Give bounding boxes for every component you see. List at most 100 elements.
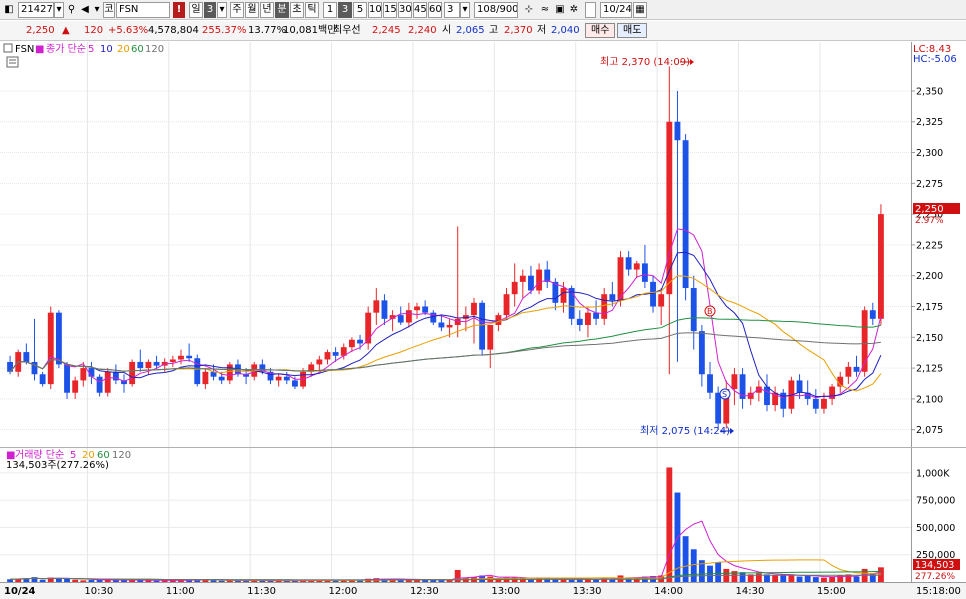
- candle-body: [511, 281, 518, 295]
- interval-dropdown-icon[interactable]: ▾: [460, 2, 470, 18]
- candle-body: [666, 121, 673, 295]
- volume-bar: [796, 576, 803, 582]
- period-tick-button[interactable]: 틱: [305, 2, 319, 18]
- candle-body: [731, 374, 738, 390]
- window-menu-icon[interactable]: ◧: [2, 2, 16, 18]
- candle-body: [585, 312, 591, 325]
- minute-30-button[interactable]: 30: [398, 2, 412, 18]
- candle-body: [625, 257, 632, 270]
- tools-icon[interactable]: ≈: [538, 2, 552, 18]
- alert-button[interactable]: !: [173, 2, 185, 18]
- date-checkbox[interactable]: [585, 2, 596, 18]
- date-input[interactable]: 10/24: [600, 2, 632, 18]
- price-tick-label: 2,325: [916, 117, 943, 128]
- candle-body: [47, 312, 54, 385]
- candle-body: [23, 352, 30, 362]
- high-label: 고: [489, 25, 499, 36]
- volume-bar: [153, 580, 160, 582]
- minute-15-button[interactable]: 15: [383, 2, 397, 18]
- volume-bar: [80, 580, 87, 582]
- code-dropdown-icon[interactable]: ▾: [54, 2, 64, 18]
- time-tick-label: 12:00: [329, 586, 358, 597]
- period-second-button[interactable]: 초: [290, 2, 304, 18]
- candle-body: [381, 300, 388, 319]
- period-minute-button[interactable]: 분: [275, 2, 289, 18]
- candle-body: [275, 376, 282, 381]
- candle-body: [690, 288, 697, 332]
- speaker-dropdown-icon[interactable]: ▾: [92, 2, 102, 18]
- volume-ratio: 255.37%: [202, 25, 247, 36]
- volume-bar: [121, 580, 127, 582]
- volume-bar: [218, 580, 225, 582]
- chart-area[interactable]: 2,350 2,325 2,300 2,275 2,250 2,225 2,200 2,175…: [0, 42, 966, 599]
- hc-label: HC:-5.06: [913, 54, 957, 65]
- interval-input[interactable]: 3: [444, 2, 460, 18]
- sell-button[interactable]: 매도: [617, 23, 648, 38]
- candle-body: [446, 324, 453, 328]
- volume-bar: [788, 575, 795, 582]
- volume-bar: [715, 562, 722, 582]
- current-pct-label: 2.97%: [915, 216, 944, 226]
- period-month-button[interactable]: 월: [245, 2, 259, 18]
- minute-3-button[interactable]: 3: [338, 2, 352, 18]
- save-icon[interactable]: ▣: [554, 2, 566, 18]
- search-icon[interactable]: ⚲: [65, 2, 78, 18]
- time-tick-label: 13:30: [573, 586, 602, 597]
- ma-legend-label[interactable]: 종가 단순: [46, 43, 86, 55]
- volume-bar: [772, 575, 779, 582]
- period-day-button[interactable]: 일: [189, 2, 203, 18]
- day-count-dropdown-icon[interactable]: ▾: [217, 2, 227, 18]
- candle-body: [650, 281, 656, 307]
- minute-45-button[interactable]: 45: [413, 2, 427, 18]
- low-price: 2,040: [551, 25, 580, 36]
- current-volume-label: 134,503: [915, 560, 954, 571]
- volume-bar: [869, 573, 876, 582]
- minute-1-button[interactable]: 1: [323, 2, 337, 18]
- candle-body: [332, 352, 339, 356]
- candle-body: [536, 269, 543, 291]
- period-year-button[interactable]: 년: [260, 2, 274, 18]
- buy-button[interactable]: 매수: [585, 23, 616, 38]
- settings-icon[interactable]: ✲: [567, 2, 581, 18]
- period-day-count[interactable]: 3: [204, 2, 216, 18]
- trade-amount: 10,081백만: [283, 25, 337, 36]
- volume-bar: [536, 578, 543, 582]
- candle-body: [422, 306, 429, 313]
- candle-body: [698, 331, 705, 375]
- crosshair-icon[interactable]: ⊹: [522, 2, 536, 18]
- ma20-label: 20: [117, 44, 130, 55]
- bid-price: 2,240: [408, 25, 437, 36]
- exchange-label[interactable]: 코: [103, 2, 115, 18]
- minute-60-button[interactable]: 60: [428, 2, 442, 18]
- candle-body: [796, 380, 803, 393]
- calendar-icon[interactable]: ▦: [633, 2, 647, 18]
- candle-body: [169, 359, 176, 362]
- minute-10-button[interactable]: 10: [368, 2, 382, 18]
- candle-body: [487, 324, 494, 350]
- volume-bar: [755, 573, 762, 582]
- volume-bar: [39, 579, 46, 582]
- count-field[interactable]: 108/900: [474, 2, 518, 18]
- volume-bar: [804, 576, 811, 582]
- candle-body: [601, 294, 608, 319]
- volume-bar: [519, 578, 526, 582]
- time-axis-date: 10/24: [4, 586, 36, 597]
- volume-bar: [690, 549, 697, 582]
- price-tick-label: 2,300: [916, 148, 943, 159]
- turnover-rate: 13.77%: [248, 25, 287, 36]
- sell-signal-label: S: [722, 390, 727, 399]
- candle-body: [845, 366, 852, 377]
- candle-body: [707, 374, 713, 393]
- candle-body: [80, 368, 87, 381]
- minute-5-button[interactable]: 5: [353, 2, 367, 18]
- stock-name-field[interactable]: FSN: [116, 2, 170, 18]
- price-tick-label: 2,275: [916, 179, 943, 190]
- candle-body: [292, 380, 298, 387]
- speaker-icon[interactable]: ◀: [79, 2, 91, 18]
- period-week-button[interactable]: 주: [230, 2, 244, 18]
- candle-body: [519, 275, 526, 282]
- candle-body: [528, 275, 534, 291]
- stock-code-input[interactable]: 214270: [18, 2, 54, 18]
- up-arrow-icon: ▲: [62, 25, 70, 36]
- chart-settings-icon[interactable]: [6, 56, 19, 68]
